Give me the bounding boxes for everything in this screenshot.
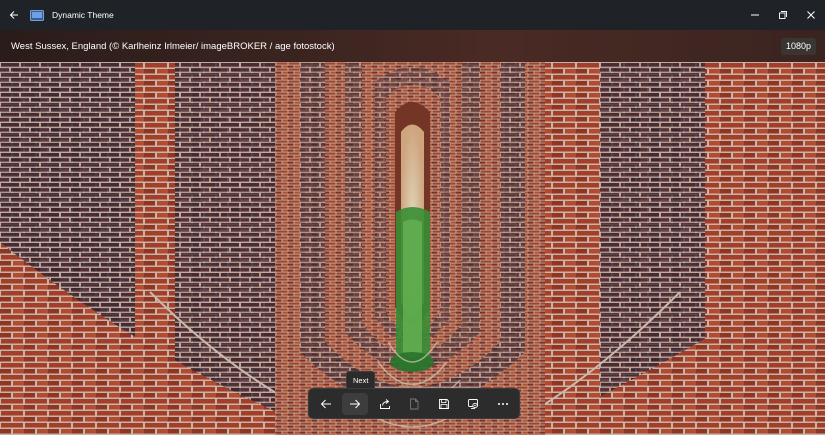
close-button[interactable]	[797, 0, 825, 30]
minimize-icon	[751, 14, 759, 16]
minimize-button[interactable]	[741, 0, 769, 30]
image-info-bar: West Sussex, England (© Karlheinz Irlmei…	[0, 30, 825, 62]
image-toolbar	[308, 388, 520, 419]
previous-button[interactable]	[313, 393, 339, 415]
image-caption: West Sussex, England (© Karlheinz Irlmei…	[11, 40, 335, 52]
more-options-button[interactable]	[490, 393, 516, 415]
share-button[interactable]	[372, 393, 398, 415]
arrow-left-icon	[320, 399, 331, 408]
back-button[interactable]	[0, 0, 28, 30]
restore-button[interactable]	[769, 0, 797, 30]
open-file-button[interactable]	[401, 393, 427, 415]
wallpaper-image	[0, 62, 825, 435]
more-icon	[497, 402, 508, 405]
app-icon	[30, 9, 44, 21]
window-title: Dynamic Theme	[52, 10, 114, 20]
save-icon	[438, 398, 449, 409]
save-button[interactable]	[431, 393, 457, 415]
set-wallpaper-icon	[468, 398, 478, 409]
close-icon	[807, 11, 815, 19]
resolution-badge: 1080p	[780, 38, 816, 55]
document-icon	[410, 398, 419, 409]
title-bar: Dynamic Theme	[0, 0, 825, 30]
restore-icon	[779, 11, 787, 19]
window-controls	[741, 0, 825, 30]
next-button[interactable]	[342, 392, 368, 415]
back-arrow-icon	[9, 11, 18, 19]
set-wallpaper-button[interactable]	[460, 393, 486, 415]
arrow-right-icon	[350, 399, 361, 408]
share-icon	[379, 398, 390, 409]
